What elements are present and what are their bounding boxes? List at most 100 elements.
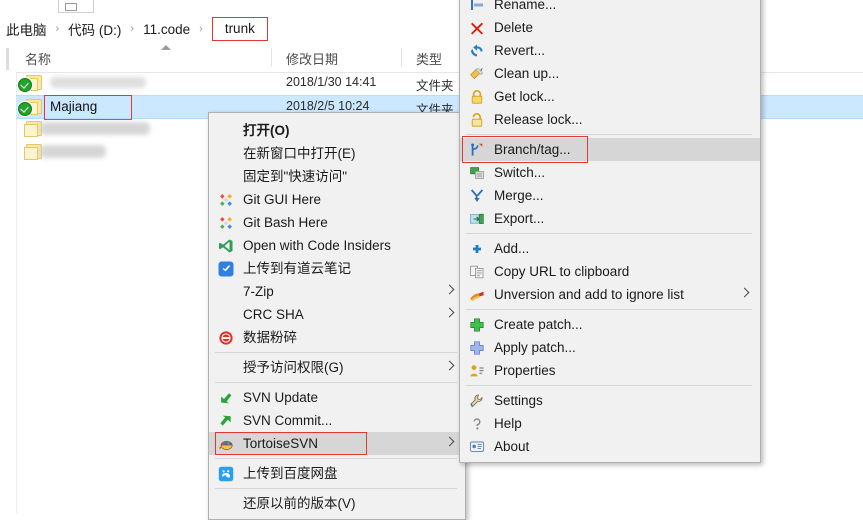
menu-item-delete[interactable]: Delete (460, 16, 760, 39)
menu-item-git-gui-here[interactable]: Git GUI Here (209, 188, 465, 211)
menu-item-restore-previous-versions[interactable]: 还原以前的版本(V) (209, 492, 465, 515)
menu-item-label: Git Bash Here (243, 215, 328, 230)
shell-context-menu[interactable]: 打开(O) 在新窗口中打开(E) 固定到"快速访问" Git GUI Here … (208, 112, 466, 520)
menu-item-label: Branch/tag... (494, 142, 571, 157)
menu-item-export[interactable]: Export... (460, 207, 760, 230)
menu-item-add[interactable]: Add... (460, 237, 760, 260)
menu-item-unversion-and-ignore[interactable]: Unversion and add to ignore list (460, 283, 760, 306)
menu-item-apply-patch[interactable]: Apply patch... (460, 336, 760, 359)
menu-item-create-patch[interactable]: Create patch... (460, 313, 760, 336)
youdao-note-icon (218, 261, 234, 277)
menu-item-label: Clean up... (494, 66, 560, 81)
menu-item-tortoisesvn[interactable]: TortoiseSVN (209, 432, 465, 455)
menu-item-merge[interactable]: Merge... (460, 184, 760, 207)
create-patch-icon (469, 317, 485, 333)
git-icon (218, 215, 234, 231)
properties-icon (469, 363, 485, 379)
delete-icon (469, 20, 485, 36)
chevron-right-icon (444, 307, 455, 318)
menu-item-label: Unversion and add to ignore list (494, 287, 684, 302)
help-icon (469, 416, 485, 432)
menu-item-upload-baidu-netdisk[interactable]: 上传到百度网盘 (209, 462, 465, 485)
menu-item-svn-update[interactable]: SVN Update (209, 386, 465, 409)
menu-separator (466, 385, 752, 386)
breadcrumb-item-0[interactable]: 此电脑 (2, 17, 51, 41)
menu-item-shred-data[interactable]: 数据粉碎 (209, 326, 465, 349)
switch-icon (469, 165, 485, 181)
svn-normal-overlay-icon (18, 102, 32, 116)
menu-item-label: Add... (494, 241, 530, 256)
sort-ascending-caret-icon (161, 45, 171, 50)
menu-item-label: Copy URL to clipboard (494, 264, 630, 279)
menu-item-copy-url-to-clipboard[interactable]: Copy URL to clipboard (460, 260, 760, 283)
cleanup-icon (469, 66, 485, 82)
menu-item-7-zip[interactable]: 7-Zip (209, 280, 465, 303)
menu-item-branch-tag[interactable]: Branch/tag... (460, 136, 760, 163)
menu-item-svn-commit[interactable]: SVN Commit... (209, 409, 465, 432)
menu-separator (215, 458, 457, 459)
file-modified-date: 2018/2/5 10:24 (286, 99, 370, 113)
redacted-file-name (40, 122, 150, 135)
export-icon (469, 211, 485, 227)
svn-normal-overlay-icon (18, 78, 32, 92)
menu-item-label: Open with Code Insiders (243, 238, 391, 253)
menu-item-open[interactable]: 打开(O) (209, 119, 465, 142)
menu-separator (215, 352, 457, 353)
column-divider[interactable] (271, 48, 272, 67)
menu-item-label: CRC SHA (243, 307, 304, 322)
menu-item-get-lock[interactable]: Get lock... (460, 85, 760, 108)
column-divider[interactable] (401, 48, 402, 67)
column-header-name[interactable]: 名称 (25, 49, 51, 68)
menu-item-open-new-window[interactable]: 在新窗口中打开(E) (209, 142, 465, 165)
menu-separator (215, 488, 457, 489)
git-icon (218, 192, 234, 208)
breadcrumb-separator: › (199, 23, 203, 35)
menu-item-label: Rename... (494, 0, 557, 12)
menu-item-rename[interactable]: Rename... (460, 0, 760, 16)
shred-icon (218, 330, 234, 346)
menu-item-upload-youdao-note[interactable]: 上传到有道云笔记 (209, 257, 465, 280)
menu-item-git-bash-here[interactable]: Git Bash Here (209, 211, 465, 234)
menu-item-about[interactable]: About (460, 435, 760, 458)
menu-item-label: 打开(O) (243, 123, 290, 138)
tortoisesvn-submenu[interactable]: Rename... Delete Revert... Clean up... G… (459, 0, 761, 463)
add-icon (469, 241, 485, 257)
menu-item-pin-quick-access[interactable]: 固定到"快速访问" (209, 165, 465, 188)
menu-item-open-with-code-insiders[interactable]: Open with Code Insiders (209, 234, 465, 257)
menu-item-label: Properties (494, 363, 556, 378)
about-icon (469, 439, 485, 455)
menu-item-revert[interactable]: Revert... (460, 39, 760, 62)
breadcrumb-item-2[interactable]: 11.code (139, 20, 194, 39)
menu-item-release-lock[interactable]: Release lock... (460, 108, 760, 131)
rename-icon (469, 0, 485, 13)
unversion-icon (469, 287, 485, 303)
column-header-date[interactable]: 修改日期 (286, 49, 338, 68)
menu-item-label: Apply patch... (494, 340, 576, 355)
file-explorer-window: 此电脑 › 代码 (D:) › 11.code › trunk 名称 修改日期 … (0, 0, 863, 520)
menu-item-label: Create patch... (494, 317, 583, 332)
file-type: 文件夹 (416, 79, 454, 93)
menu-item-properties[interactable]: Properties (460, 359, 760, 382)
menu-item-label: About (494, 439, 530, 454)
column-header-type[interactable]: 类型 (416, 49, 442, 68)
menu-item-switch[interactable]: Switch... (460, 161, 760, 184)
menu-item-settings[interactable]: Settings (460, 389, 760, 412)
menu-item-label: Export... (494, 211, 545, 226)
menu-separator (466, 309, 752, 310)
tortoise-icon (218, 436, 234, 452)
menu-item-label: 上传到百度网盘 (243, 466, 338, 481)
menu-item-label: 上传到有道云笔记 (243, 261, 351, 276)
menu-item-label: Release lock... (494, 112, 583, 127)
folder-icon (24, 144, 42, 160)
menu-item-crc-sha[interactable]: CRC SHA (209, 303, 465, 326)
menu-item-grant-access[interactable]: 授予访问权限(G) (209, 356, 465, 379)
menu-item-label: SVN Update (243, 390, 319, 405)
menu-item-clean-up[interactable]: Clean up... (460, 62, 760, 85)
breadcrumb-item-1[interactable]: 代码 (D:) (64, 17, 125, 41)
chevron-right-icon (444, 436, 455, 447)
breadcrumb-item-trunk[interactable]: trunk (211, 16, 268, 42)
menu-item-help[interactable]: Help (460, 412, 760, 435)
svn-update-icon (218, 390, 234, 406)
menu-item-label: SVN Commit... (243, 413, 333, 428)
annotation-box-majiang (44, 95, 132, 120)
